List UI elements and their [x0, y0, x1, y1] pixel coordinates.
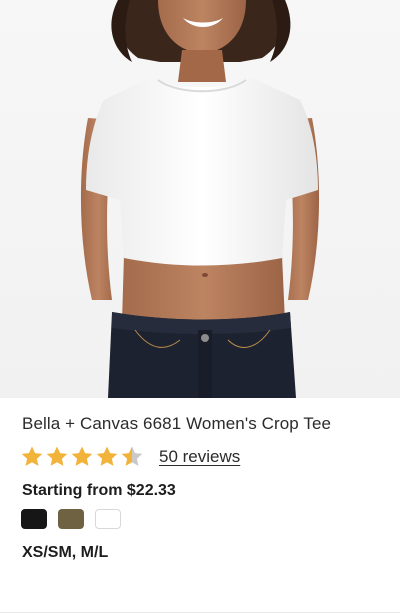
color-swatches: [21, 509, 121, 529]
color-swatch-white[interactable]: [95, 509, 121, 529]
product-image[interactable]: [0, 0, 400, 398]
sizes-label: XS/SM, M/L: [22, 544, 109, 561]
color-swatch-olive[interactable]: [58, 509, 84, 529]
star-icon: [96, 446, 118, 466]
star-icon: [71, 446, 93, 466]
product-photo-illustration: [80, 0, 320, 398]
rating-stars: [20, 445, 145, 469]
color-swatch-black[interactable]: [21, 509, 47, 529]
price-label: Starting from $22.33: [22, 482, 176, 499]
star-icon: [121, 446, 143, 466]
star-icon: [46, 446, 68, 466]
star-icon: [21, 446, 43, 466]
product-title[interactable]: Bella + Canvas 6681 Women's Crop Tee: [22, 414, 331, 434]
rating-row: 50 reviews: [20, 444, 240, 470]
reviews-link[interactable]: 50 reviews: [159, 447, 240, 467]
product-card[interactable]: Bella + Canvas 6681 Women's Crop Tee 50 …: [0, 0, 400, 613]
